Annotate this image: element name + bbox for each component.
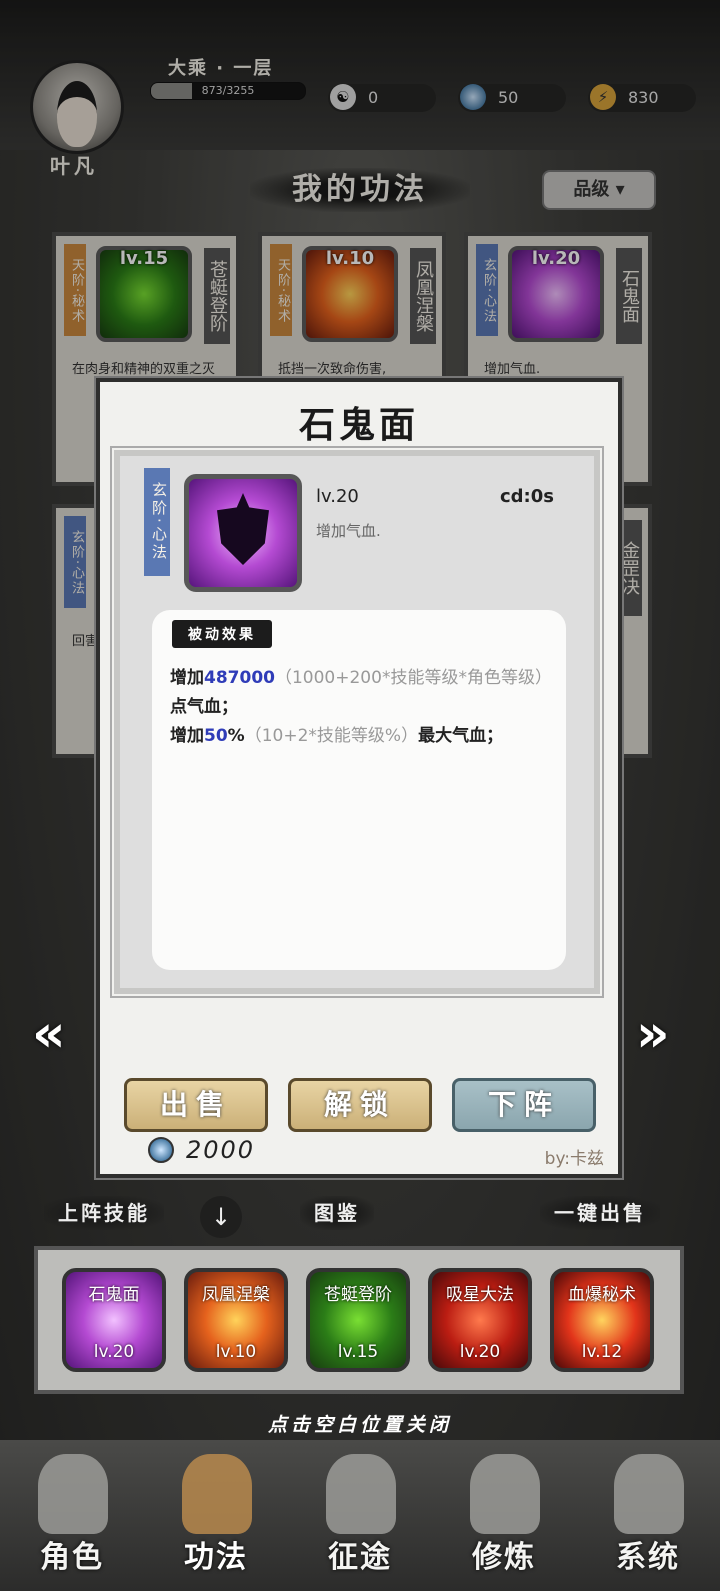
next-arrow-icon[interactable]: » (636, 1004, 670, 1064)
nav-character[interactable]: 角色 (0, 1440, 144, 1591)
slot-name: 血爆秘术 (568, 1285, 636, 1305)
nav-label: 功法 (184, 1540, 248, 1575)
nav-label: 修炼 (472, 1540, 536, 1575)
sword-icon (326, 1454, 396, 1534)
skill-grade-tag: 玄阶·心法 (144, 468, 170, 576)
slot-level: lv.12 (581, 1342, 623, 1362)
effect-prefix: 增加 (170, 726, 204, 746)
quick-sell-button[interactable]: 一键出售 (540, 1196, 660, 1230)
skill-summary: 增加气血. (316, 522, 381, 540)
skill-detail-modal: 石鬼面 玄阶·心法 lv.20 cd:0s 增加气血. 被动效果 增加48700… (96, 378, 622, 1178)
skill-cooldown: cd:0s (500, 486, 554, 507)
sell-price: 2000 (148, 1136, 255, 1164)
effect-suffix: 最大气血； (418, 726, 504, 746)
effect-unit: % (227, 726, 245, 746)
character-icon (38, 1454, 108, 1534)
effect-label: 被动效果 (172, 620, 272, 648)
sort-down-icon[interactable]: ↓ (200, 1196, 242, 1238)
price-value: 2000 (186, 1136, 256, 1164)
slot-name: 苍蜓登阶 (324, 1285, 392, 1305)
slot-name: 石鬼面 (88, 1285, 140, 1305)
nav-system[interactable]: 系统 (576, 1440, 720, 1591)
equipped-slot[interactable]: 血爆秘术 lv.12 (550, 1268, 654, 1372)
unlock-button[interactable]: 解锁 (288, 1078, 432, 1132)
effect-suffix: 点气血； (170, 697, 238, 717)
nav-journey[interactable]: 征途 (288, 1440, 432, 1591)
effect-formula: （1000+200*技能等级*角色等级） (274, 668, 552, 688)
slot-name: 吸星大法 (446, 1285, 514, 1305)
equipped-slot[interactable]: 凤凰涅槃 lv.10 (184, 1268, 288, 1372)
slot-level: lv.10 (215, 1342, 257, 1362)
slot-level: lv.15 (337, 1342, 379, 1362)
slot-level: lv.20 (93, 1342, 135, 1362)
system-icon (614, 1454, 684, 1534)
modal-title: 石鬼面 (298, 405, 419, 446)
nav-label: 角色 (40, 1540, 104, 1575)
meditation-icon (470, 1454, 540, 1534)
nav-label: 征途 (328, 1540, 392, 1575)
effect-text: 增加487000（1000+200*技能等级*角色等级）点气血； 增加50%（1… (170, 664, 560, 751)
author-credit: by:卡兹 (544, 1149, 604, 1169)
effect-formula: （10+2*技能等级%） (244, 726, 419, 746)
effect-line-1: 增加487000（1000+200*技能等级*角色等级） 点气血； (170, 664, 560, 722)
prev-arrow-icon[interactable]: « (32, 1004, 66, 1064)
close-hint: 点击空白位置关闭 (267, 1414, 452, 1436)
effect-line-2: 增加50%（10+2*技能等级%）最大气血； (170, 722, 560, 751)
slot-level: lv.20 (459, 1342, 501, 1362)
book-icon (182, 1454, 252, 1534)
slot-name: 凤凰涅槃 (202, 1285, 270, 1305)
sell-button[interactable]: 出售 (124, 1078, 268, 1132)
equipped-skills-panel: 石鬼面 lv.20 凤凰涅槃 lv.10 苍蜓登阶 lv.15 吸星大法 lv.… (34, 1246, 684, 1394)
mask-icon (217, 493, 269, 565)
nav-skills[interactable]: 功法 (144, 1440, 288, 1591)
nav-label: 系统 (616, 1540, 680, 1575)
skill-level: lv.20 (316, 486, 359, 507)
spirit-stone-icon (148, 1137, 174, 1163)
effect-value: 50 (204, 726, 228, 746)
nav-cultivate[interactable]: 修炼 (432, 1440, 576, 1591)
equipped-slot[interactable]: 苍蜓登阶 lv.15 (306, 1268, 410, 1372)
equipped-slot[interactable]: 石鬼面 lv.20 (62, 1268, 166, 1372)
effect-box: 被动效果 增加487000（1000+200*技能等级*角色等级）点气血； 增加… (152, 610, 566, 970)
equipped-skills-label: 上阵技能 (44, 1196, 164, 1230)
skill-info-frame: 玄阶·心法 lv.20 cd:0s 增加气血. 被动效果 增加487000（10… (110, 446, 604, 998)
equipped-slot[interactable]: 吸星大法 lv.20 (428, 1268, 532, 1372)
effect-value: 487000 (204, 668, 275, 688)
skill-icon (184, 474, 302, 592)
effect-prefix: 增加 (170, 668, 204, 688)
codex-button[interactable]: 图鉴 (300, 1196, 374, 1230)
bottom-nav: 角色 功法 征途 修炼 系统 (0, 1440, 720, 1591)
unequip-button[interactable]: 下阵 (452, 1078, 596, 1132)
